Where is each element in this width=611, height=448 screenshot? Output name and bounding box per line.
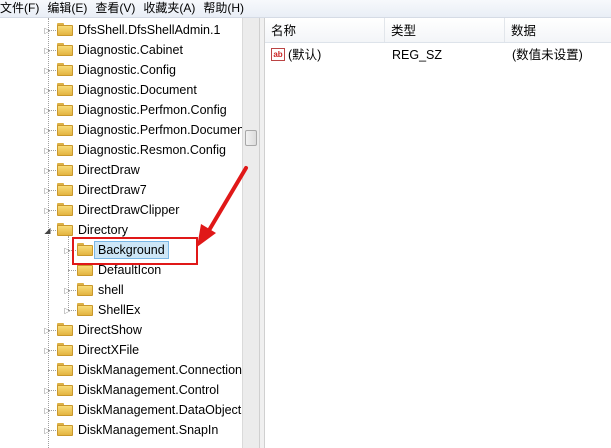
tree-item-label: DirectDrawClipper <box>78 203 180 217</box>
expand-arrow-icon[interactable]: ▷ <box>43 46 52 55</box>
folder-icon <box>57 383 73 396</box>
expand-arrow-icon[interactable]: ▷ <box>43 426 52 435</box>
tree-item[interactable]: ▷ DirectXFile <box>0 340 242 360</box>
expand-arrow-icon[interactable]: ▷ <box>43 206 52 215</box>
expand-arrow-icon[interactable]: ▷ <box>43 186 52 195</box>
tree-item[interactable]: ▷ Diagnostic.Perfmon.Config <box>0 100 242 120</box>
tree-connector <box>48 370 56 371</box>
expand-arrow-icon[interactable]: ▷ <box>63 286 72 295</box>
menu-help[interactable]: 帮助(H) <box>201 0 250 17</box>
tree-item[interactable]: ▷ Diagnostic.Cabinet <box>0 40 242 60</box>
menu-edit[interactable]: 编辑(E) <box>45 0 93 17</box>
folder-icon <box>57 163 73 176</box>
expand-arrow-icon[interactable]: ▷ <box>43 386 52 395</box>
collapse-arrow-icon[interactable]: ◢ <box>43 226 52 235</box>
tree-item-label: shell <box>98 283 124 297</box>
folder-icon <box>57 63 73 76</box>
list-header: 名称 类型 数据 <box>265 18 611 43</box>
menu-file[interactable]: 文件(F) <box>0 0 45 17</box>
expand-arrow-icon[interactable]: ▷ <box>43 66 52 75</box>
tree-scrollbar[interactable] <box>242 18 259 448</box>
value-name: (默认) <box>288 48 322 62</box>
tree-item-label: DirectDraw <box>78 163 140 177</box>
folder-icon <box>77 283 93 296</box>
menu-view[interactable]: 查看(V) <box>93 0 141 17</box>
value-list[interactable]: 名称 类型 数据 ab (默认) REG_SZ (数值未设置) <box>265 18 611 448</box>
folder-icon <box>57 123 73 136</box>
menu-bar: 文件(F) 编辑(E) 查看(V) 收藏夹(A) 帮助(H) <box>0 0 611 18</box>
expand-arrow-icon[interactable]: ▷ <box>43 346 52 355</box>
folder-icon <box>77 303 93 316</box>
tree-item-label: Diagnostic.Perfmon.Config <box>78 103 227 117</box>
folder-icon <box>57 343 73 356</box>
folder-icon <box>57 23 73 36</box>
tree-item-label: Diagnostic.Perfmon.Document <box>78 123 242 137</box>
tree-item[interactable]: ▷ DirectShow <box>0 320 242 340</box>
tree-item[interactable]: ▷ Diagnostic.Resmon.Config <box>0 140 242 160</box>
tree-item[interactable]: ▷ DiskManagement.SnapIn <box>0 420 242 440</box>
folder-icon <box>57 103 73 116</box>
tree-item-label: DirectShow <box>78 323 142 337</box>
expand-arrow-icon[interactable]: ▷ <box>63 246 72 255</box>
tree-item-label: DiskManagement.Connection <box>78 363 242 377</box>
scrollbar-thumb[interactable] <box>245 130 257 146</box>
tree-item[interactable]: ▷ DfsShell.DfsShellAdmin.1 <box>0 20 242 40</box>
folder-icon <box>57 403 73 416</box>
expand-arrow-icon[interactable]: ▷ <box>43 406 52 415</box>
menu-favorites[interactable]: 收藏夹(A) <box>141 0 201 17</box>
tree-item[interactable]: ▷ Diagnostic.Document <box>0 80 242 100</box>
expand-arrow-icon[interactable]: ▷ <box>43 86 52 95</box>
tree-item[interactable]: ▷ DiskManagement.Control <box>0 380 242 400</box>
tree-item-label: Diagnostic.Resmon.Config <box>78 143 226 157</box>
folder-icon <box>57 223 73 236</box>
string-value-icon: ab <box>271 48 285 61</box>
expand-arrow-icon[interactable]: ▷ <box>43 166 52 175</box>
folder-icon <box>57 43 73 56</box>
list-item[interactable]: ab (默认) REG_SZ (数值未设置) <box>265 45 611 65</box>
registry-key-tree[interactable]: ▷ DfsShell.DfsShellAdmin.1 ▷ Diagnostic.Cab… <box>0 18 242 448</box>
tree-connector <box>68 270 76 271</box>
tree-item-label: Diagnostic.Cabinet <box>78 43 183 57</box>
folder-icon <box>57 323 73 336</box>
expand-arrow-icon[interactable]: ▷ <box>43 26 52 35</box>
column-data-header[interactable]: 数据 <box>505 18 611 42</box>
expand-arrow-icon[interactable]: ▷ <box>63 306 72 315</box>
expand-arrow-icon[interactable]: ▷ <box>43 326 52 335</box>
expand-arrow-icon[interactable]: ▷ <box>43 146 52 155</box>
tree-item[interactable]: ▷ Diagnostic.Config <box>0 60 242 80</box>
tree-item-label: Diagnostic.Document <box>78 83 197 97</box>
tree-item[interactable]: ▷ Diagnostic.Perfmon.Document <box>0 120 242 140</box>
column-name-header[interactable]: 名称 <box>265 18 385 42</box>
tree-item[interactable]: ▷ DirectDraw <box>0 160 242 180</box>
tree-item[interactable]: ▷ ShellEx <box>0 300 242 320</box>
tree-item[interactable]: ▷ DirectDraw7 <box>0 180 242 200</box>
tree-item-label: ShellEx <box>98 303 141 317</box>
column-type-header[interactable]: 类型 <box>385 18 505 42</box>
tree-item-label: Diagnostic.Config <box>78 63 176 77</box>
tree-item-label: DiskManagement.Control <box>78 383 220 397</box>
folder-icon <box>57 203 73 216</box>
tree-item-label: DfsShell.DfsShellAdmin.1 <box>78 23 221 37</box>
expand-arrow-icon[interactable]: ▷ <box>43 126 52 135</box>
value-data: (数值未设置) <box>512 48 583 62</box>
annotation-box <box>72 237 198 265</box>
folder-icon <box>57 363 73 376</box>
tree-item-label: DirectDraw7 <box>78 183 147 197</box>
tree-item[interactable]: ▷ shell <box>0 280 242 300</box>
tree-item[interactable]: DiskManagement.Connection <box>0 360 242 380</box>
folder-icon <box>57 183 73 196</box>
folder-icon <box>57 83 73 96</box>
expand-arrow-icon[interactable]: ▷ <box>43 106 52 115</box>
tree-item-label: DirectXFile <box>78 343 140 357</box>
value-type: REG_SZ <box>392 48 443 62</box>
tree-item-label: DiskManagement.SnapIn <box>78 423 219 437</box>
tree-item[interactable]: ▷ DirectDrawClipper <box>0 200 242 220</box>
tree-item[interactable]: ▷ DiskManagement.DataObject <box>0 400 242 420</box>
folder-icon <box>57 143 73 156</box>
tree-item-label: DiskManagement.DataObject <box>78 403 242 417</box>
folder-icon <box>57 423 73 436</box>
